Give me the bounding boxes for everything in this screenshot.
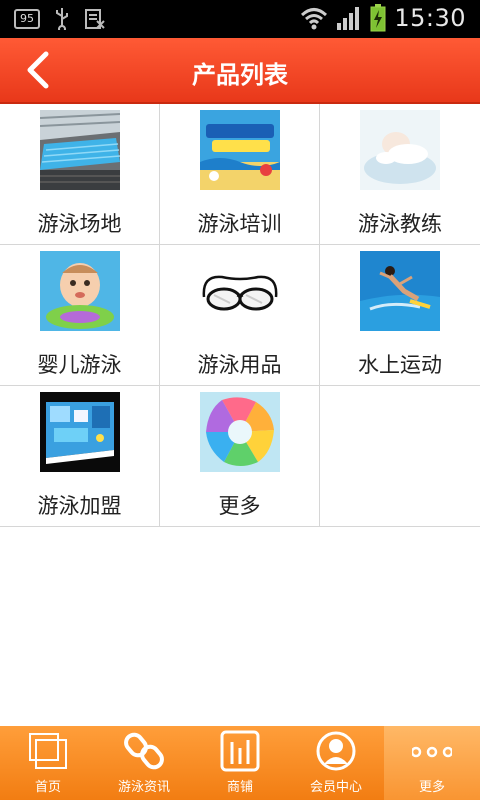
- page-title: 产品列表: [192, 61, 288, 89]
- nav-home[interactable]: 首页: [0, 726, 96, 800]
- swim-training-image: [200, 110, 280, 190]
- product-item-more[interactable]: 更多: [160, 386, 320, 526]
- product-label: 游泳加盟: [37, 494, 122, 518]
- nav-member-center[interactable]: 会员中心: [288, 726, 384, 800]
- signal-icon: [337, 7, 360, 30]
- baby-swim-image: [40, 251, 120, 331]
- goggles-image: [200, 251, 280, 331]
- bottom-nav: 首页 游泳资讯 商铺 会员中心 更多: [0, 726, 480, 800]
- product-item-baby-swim[interactable]: 婴儿游泳: [0, 245, 160, 385]
- nav-swim-news[interactable]: 游泳资讯: [96, 726, 192, 800]
- product-item-swim-training[interactable]: 游泳培训: [160, 104, 320, 244]
- nav-label: 商铺: [226, 780, 253, 795]
- nav-label: 游泳资讯: [117, 780, 170, 795]
- shop-icon: [220, 730, 260, 772]
- water-sport-image: [360, 251, 440, 331]
- nav-shop[interactable]: 商铺: [192, 726, 288, 800]
- product-label: 游泳用品: [197, 353, 282, 377]
- member-icon: [316, 731, 356, 771]
- empty-cell: [320, 386, 480, 526]
- franchise-image: [40, 392, 120, 472]
- clock: 15:30: [394, 4, 466, 32]
- grid-row: 婴儿游泳 游泳用品 水上运动: [0, 245, 480, 386]
- wifi-icon: [301, 8, 328, 30]
- nav-label: 首页: [34, 780, 61, 795]
- product-label: 游泳教练: [358, 212, 442, 236]
- document-icon: [85, 9, 105, 29]
- more-colorful-image: [200, 392, 280, 472]
- swim-coach-image: [360, 110, 440, 190]
- grid-row: 游泳场地 游泳培训 游泳教练: [0, 104, 480, 245]
- product-item-water-sports[interactable]: 水上运动: [320, 245, 480, 385]
- product-item-swim-venue[interactable]: 游泳场地: [0, 104, 160, 244]
- grid-row: 游泳加盟 更多: [0, 386, 480, 527]
- product-label: 更多: [218, 494, 261, 518]
- title-bar: 产品列表: [0, 38, 480, 104]
- product-item-swim-gear[interactable]: 游泳用品: [160, 245, 320, 385]
- link-icon: [124, 732, 164, 770]
- nav-more[interactable]: 更多: [384, 726, 480, 800]
- battery-charging-icon: [370, 4, 386, 32]
- product-label: 游泳培训: [197, 212, 282, 236]
- status-bar: 95 15:30: [0, 0, 480, 38]
- product-label: 水上运动: [358, 353, 442, 377]
- home-icon: [29, 733, 67, 769]
- product-item-swim-coach[interactable]: 游泳教练: [320, 104, 480, 244]
- product-item-franchise[interactable]: 游泳加盟: [0, 386, 160, 526]
- pool-venue-image: [40, 110, 120, 190]
- nav-label: 会员中心: [309, 780, 362, 795]
- usb-icon: [56, 8, 68, 30]
- product-grid: 游泳场地 游泳培训 游泳教练 婴儿游泳 游泳用品 水上运动 游泳加盟 更多: [0, 104, 480, 527]
- nav-label: 更多: [418, 780, 445, 795]
- product-label: 婴儿游泳: [37, 353, 122, 377]
- notification-badge-icon: 95: [14, 9, 40, 29]
- more-icon: [412, 746, 452, 758]
- product-label: 游泳场地: [37, 212, 122, 236]
